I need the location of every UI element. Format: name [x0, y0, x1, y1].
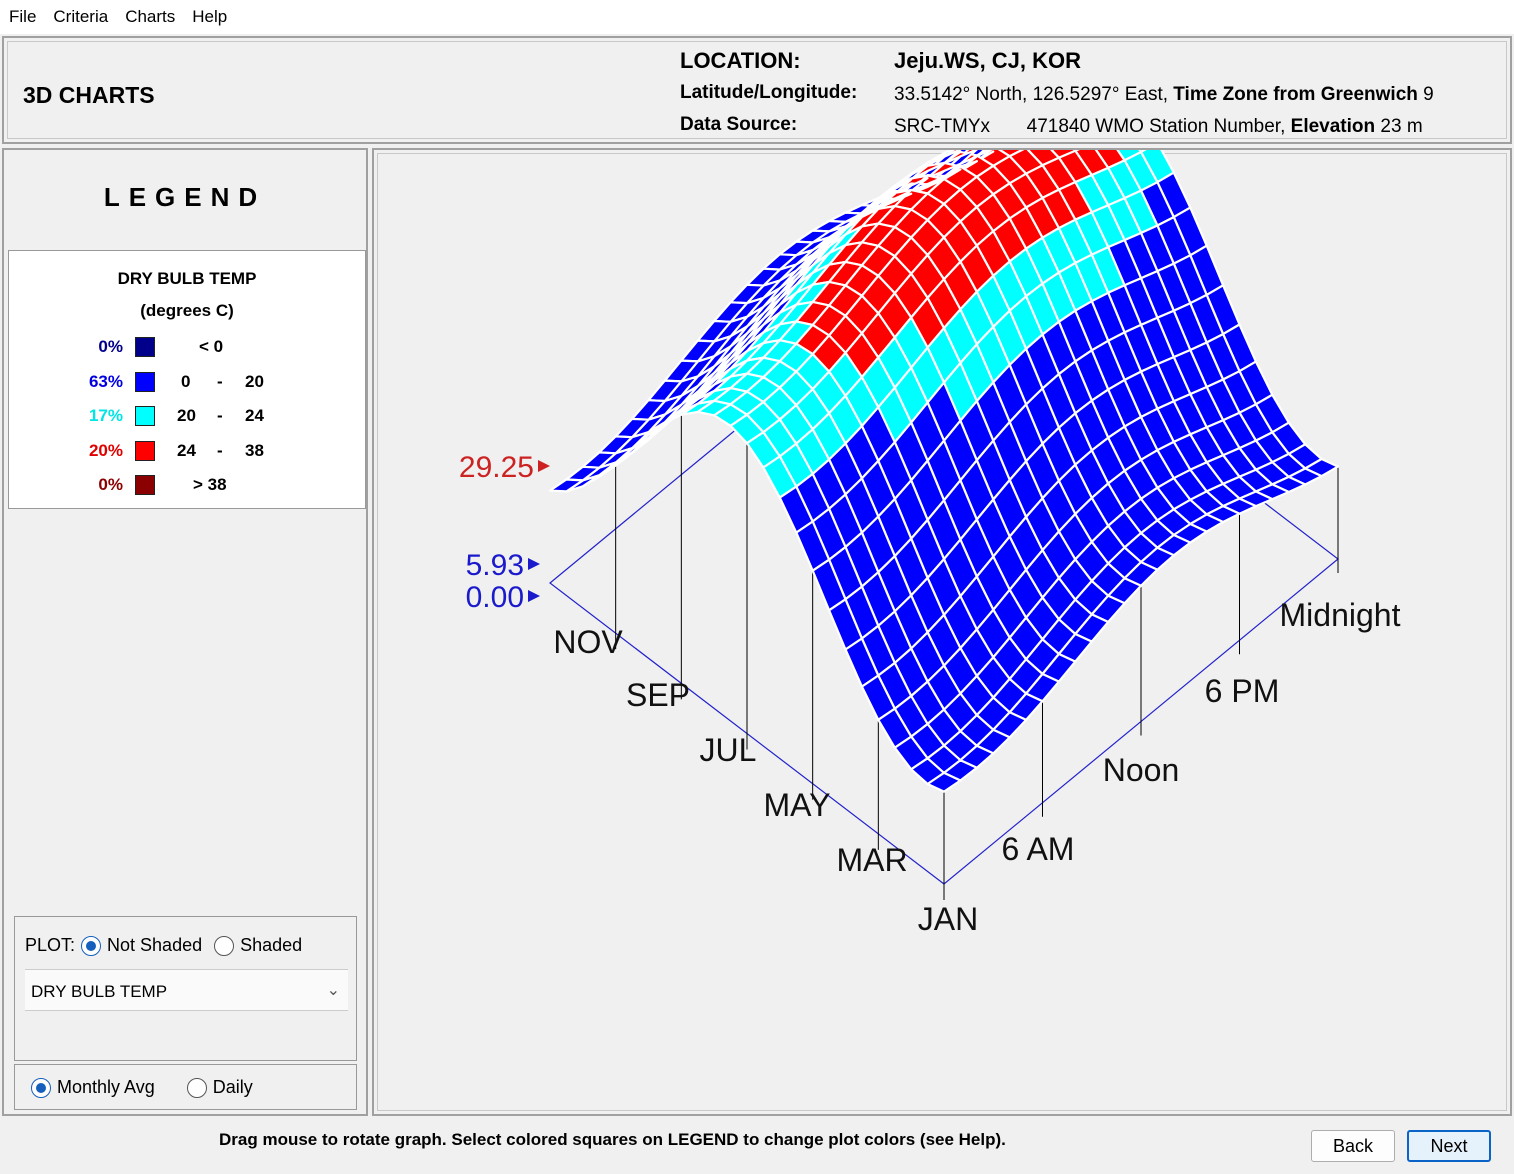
menu-criteria[interactable]: Criteria [53, 7, 108, 27]
next-button[interactable]: Next [1407, 1130, 1491, 1162]
surface-chart[interactable]: 29.25 5.930.00 JAN MARMAYJUL SEPNOV 6 AM Noon 6… [374, 150, 1510, 1114]
back-button[interactable]: Back [1311, 1130, 1395, 1162]
daily-label[interactable]: Daily [213, 1077, 253, 1098]
legend-title: LEGEND [103, 182, 267, 212]
month-axis-label: NOV [553, 624, 623, 660]
monthly-avg-radio[interactable] [31, 1077, 51, 1098]
chart-panel[interactable]: 29.25 5.93 0.00 JAN MAR MAY JUL SEP NOV 6 AM Noon 6… [372, 148, 1512, 1116]
z-marker-arrow [528, 590, 540, 602]
legend-row: 63% 0 - 20 [9, 372, 365, 394]
legend-pct: 17% [88, 406, 123, 425]
legend-pct: 0% [98, 475, 123, 494]
legend-row: 20% 24 - 38 [9, 441, 365, 463]
latlon-value: 33.5142° North, 126.5297° East, [894, 84, 1168, 105]
legend-box: DRY BULB TEMP (degrees C) 0% < 0 63% 0 -… [8, 250, 366, 509]
menu-bar: File Criteria Charts Help [0, 0, 1514, 34]
month-axis-label: MAY [764, 787, 831, 823]
legend-pct: 63% [88, 372, 123, 391]
source-value: SRC-TMYx [894, 116, 991, 137]
wmo-value: 471840 WMO Station Number, [1026, 116, 1286, 137]
legend-range-high: 24 [245, 406, 264, 425]
legend-units: (degrees C) [140, 301, 234, 320]
legend-swatch[interactable] [135, 372, 155, 392]
legend-panel: LEGEND DRY BULB TEMP (degrees C) 0% < 0 … [2, 148, 368, 1116]
elevation-value: 23 m [1380, 116, 1423, 137]
hour-axis-label: 6 PM [1205, 673, 1280, 709]
z-marker-arrow [528, 558, 540, 570]
z-value-label: 29.25 [459, 451, 534, 484]
timezone-value: 9 [1423, 84, 1434, 105]
variable-select-value: DRY BULB TEMP [31, 982, 168, 1001]
menu-help[interactable]: Help [192, 7, 227, 27]
month-axis-label: JUL [700, 732, 757, 768]
legend-range: < 0 [199, 337, 224, 356]
not-shaded-radio[interactable] [81, 935, 102, 956]
legend-swatch[interactable] [135, 441, 155, 461]
latlon-label: Latitude/Longitude: [680, 82, 858, 103]
month-axis-label: SEP [626, 677, 690, 713]
legend-pct: 20% [88, 441, 123, 460]
legend-range-high: 38 [245, 441, 264, 460]
z-value-label: 0.00 [466, 581, 524, 614]
legend-swatch[interactable] [135, 475, 155, 495]
monthly-avg-label[interactable]: Monthly Avg [57, 1077, 155, 1098]
not-shaded-label[interactable]: Not Shaded [107, 935, 202, 956]
hour-axis-label: 6 AM [1002, 831, 1075, 867]
plot-shading-row: PLOT: Not Shaded Shaded [25, 935, 302, 956]
legend-range-high: 20 [245, 372, 264, 391]
location-value: Jeju.WS, CJ, KOR [894, 48, 1082, 73]
month-axis-label: MAR [836, 842, 907, 878]
chevron-down-icon: ⌄ [326, 982, 340, 999]
shaded-radio[interactable] [214, 935, 235, 956]
z-value-label: 5.93 [466, 549, 524, 582]
legend-swatch[interactable] [135, 337, 155, 357]
period-row: Monthly Avg Daily [31, 1077, 253, 1098]
legend-range: > 38 [193, 475, 227, 494]
legend-row: 17% 20 - 24 [9, 406, 365, 428]
legend-row: 0% < 0 [9, 337, 365, 359]
legend-variable: DRY BULB TEMP [117, 269, 257, 288]
legend-pct: 0% [98, 337, 123, 356]
month-axis-label: JAN [918, 901, 978, 937]
page-title: 3D CHARTS [23, 82, 155, 108]
shaded-label[interactable]: Shaded [240, 935, 302, 956]
variable-select[interactable]: DRY BULB TEMP ⌄ [25, 969, 348, 1011]
z-marker-arrow [538, 460, 550, 472]
menu-charts[interactable]: Charts [125, 7, 175, 27]
daily-radio[interactable] [186, 1077, 207, 1098]
source-line: SRC-TMYx 471840 WMO Station Number, Elev… [894, 116, 1423, 138]
plot-label: PLOT: [25, 935, 76, 955]
location-header: 3D CHARTS LOCATION: Jeju.WS, CJ, KOR Lat… [2, 36, 1512, 144]
legend-swatch[interactable] [135, 406, 155, 426]
rotate-hint: Drag mouse to rotate graph. Select color… [219, 1130, 1006, 1149]
source-label: Data Source: [680, 114, 798, 135]
hour-axis-label: Noon [1103, 752, 1180, 788]
plot-options-box: PLOT: Not Shaded Shaded DRY BULB TEMP ⌄ [14, 916, 357, 1061]
location-label: LOCATION: [680, 48, 801, 73]
hour-axis-label: Midnight [1280, 597, 1401, 633]
legend-row: 0% > 38 [9, 475, 365, 497]
elevation-label: Elevation [1290, 116, 1376, 137]
latlon-line: 33.5142° North, 126.5297° East, Time Zon… [894, 84, 1434, 106]
period-options-box: Monthly Avg Daily [14, 1064, 357, 1110]
timezone-label: Time Zone from Greenwich [1173, 84, 1418, 105]
menu-file[interactable]: File [9, 7, 36, 27]
status-bar: Drag mouse to rotate graph. Select color… [0, 1118, 1514, 1174]
